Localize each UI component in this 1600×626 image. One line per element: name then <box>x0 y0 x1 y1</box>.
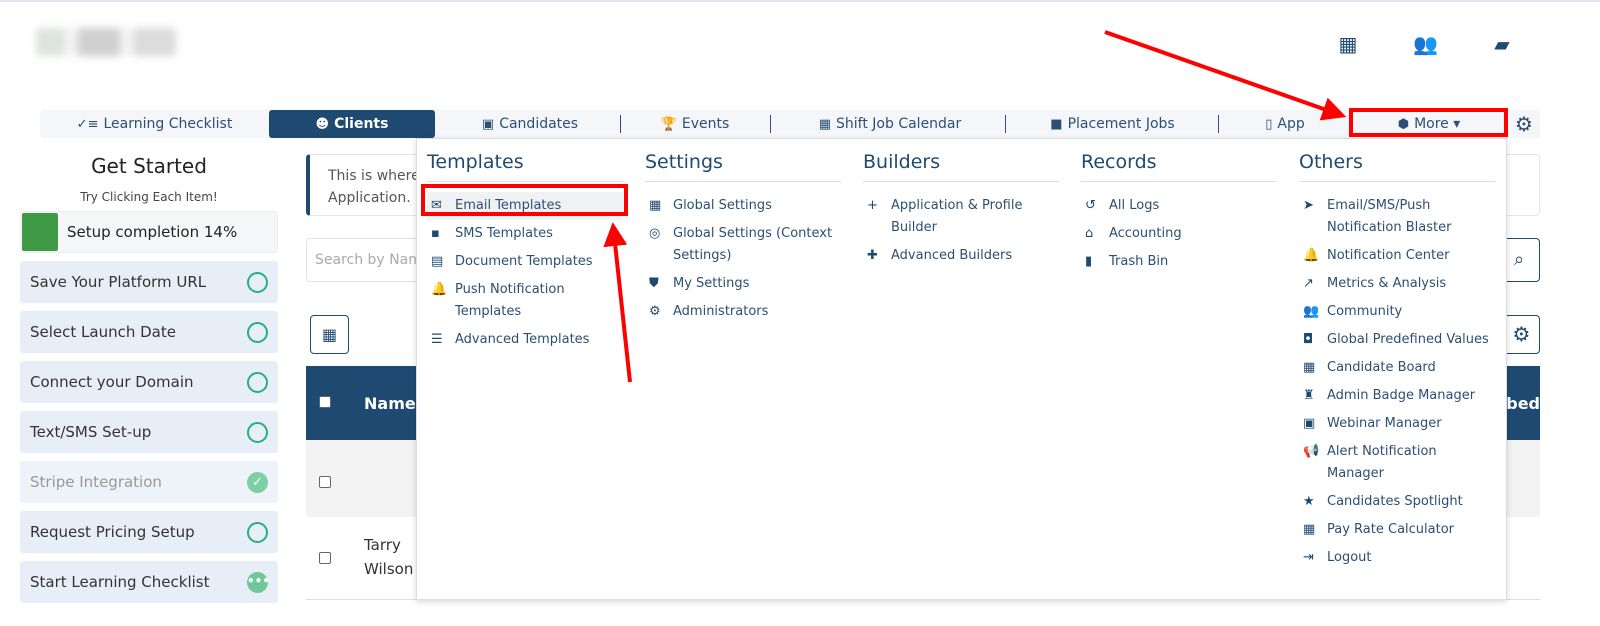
arrow-to-more <box>1104 30 1347 121</box>
arrow-to-email-templates <box>603 222 632 383</box>
annotation-arrows <box>603 30 1347 383</box>
